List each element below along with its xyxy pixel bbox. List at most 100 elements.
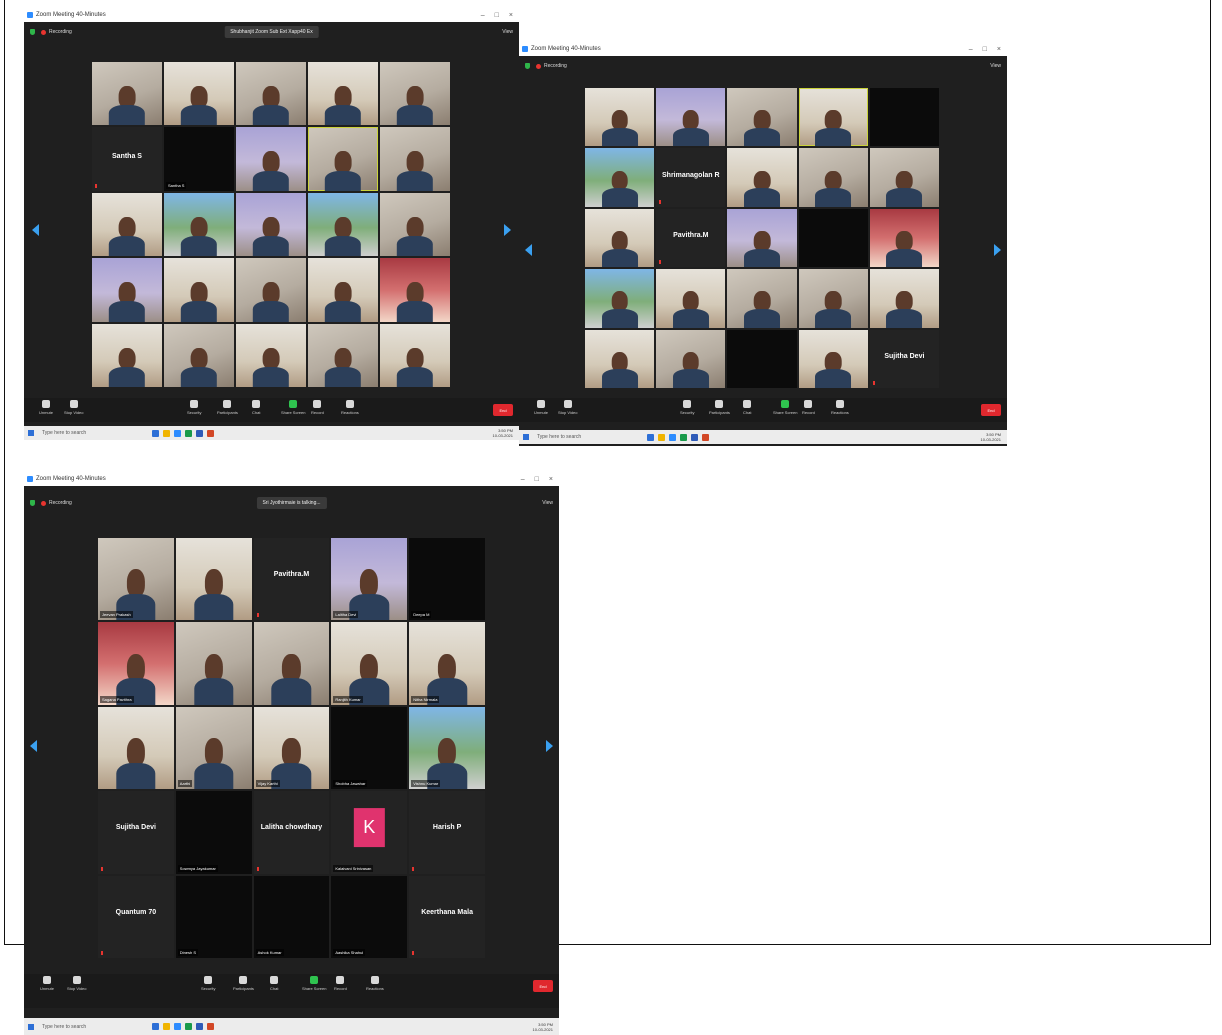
record-button[interactable]: Record xyxy=(311,400,324,415)
security-button[interactable]: Security xyxy=(187,400,201,415)
close-icon[interactable]: × xyxy=(997,46,1001,53)
participant-tile[interactable] xyxy=(236,258,306,322)
participant-tile[interactable]: Quantum 70 xyxy=(98,875,174,958)
zoom-icon[interactable] xyxy=(174,429,181,437)
end-meeting-button[interactable]: End xyxy=(533,980,553,992)
participant-tile[interactable] xyxy=(380,192,450,257)
chat-button[interactable]: Chat xyxy=(252,400,260,415)
maximize-icon[interactable]: □ xyxy=(495,12,499,19)
participant-tile[interactable] xyxy=(175,622,252,705)
participant-tile[interactable] xyxy=(727,88,797,147)
participant-tile[interactable] xyxy=(869,269,939,328)
participant-tile[interactable] xyxy=(727,269,797,328)
participant-tile[interactable] xyxy=(380,127,450,191)
participant-tile[interactable] xyxy=(727,148,797,207)
minimize-icon[interactable]: – xyxy=(969,46,973,53)
folder-icon[interactable] xyxy=(163,1023,170,1030)
participant-tile[interactable] xyxy=(308,127,378,191)
participant-tile[interactable]: Sowmya Jayakumar xyxy=(175,791,252,874)
windows-start-icon[interactable] xyxy=(28,1023,34,1030)
minimize-icon[interactable]: – xyxy=(521,476,525,483)
next-page-arrow-icon[interactable] xyxy=(546,740,553,752)
participants-button[interactable]: Participants xyxy=(709,400,730,415)
participants-button[interactable]: Participants xyxy=(233,976,254,991)
previous-page-arrow-icon[interactable] xyxy=(525,244,532,256)
shield-icon[interactable] xyxy=(30,500,35,506)
word-icon[interactable] xyxy=(691,433,698,441)
participant-tile[interactable] xyxy=(798,329,868,388)
participant-tile[interactable] xyxy=(585,329,655,388)
participant-tile[interactable]: Vijay Karthi xyxy=(253,706,330,790)
participant-tile[interactable] xyxy=(380,323,450,387)
folder-icon[interactable] xyxy=(658,433,665,441)
participant-tile[interactable] xyxy=(798,269,868,328)
shield-icon[interactable] xyxy=(525,63,530,69)
close-icon[interactable]: × xyxy=(509,12,513,19)
close-icon[interactable]: × xyxy=(549,476,553,483)
end-meeting-button[interactable]: End xyxy=(493,404,513,416)
windows-start-icon[interactable] xyxy=(28,430,34,436)
recording-indicator[interactable]: Recording xyxy=(41,500,72,506)
word-icon[interactable] xyxy=(196,1023,203,1030)
recording-indicator[interactable]: Recording xyxy=(41,29,72,35)
participant-tile[interactable] xyxy=(585,148,655,207)
participant-tile[interactable]: Pavithra.M xyxy=(253,538,330,621)
zoom-icon[interactable] xyxy=(669,433,676,441)
reactions-button[interactable]: Reactions xyxy=(366,976,384,991)
participant-tile[interactable] xyxy=(798,148,868,207)
participant-tile[interactable] xyxy=(92,323,162,387)
participant-tile[interactable] xyxy=(92,62,162,126)
participant-tile[interactable]: Sujitha Devi xyxy=(98,791,174,874)
participant-tile[interactable]: Aarthi xyxy=(175,706,252,790)
participant-tile[interactable]: Santha S xyxy=(164,127,234,191)
reactions-button[interactable]: Reactions xyxy=(831,400,849,415)
maximize-icon[interactable]: □ xyxy=(535,476,539,483)
word-icon[interactable] xyxy=(196,429,203,437)
participant-tile[interactable] xyxy=(656,269,726,328)
participant-tile[interactable] xyxy=(308,258,378,322)
view-button[interactable]: View xyxy=(990,63,1001,69)
unmute-button[interactable]: Unmute xyxy=(40,976,54,991)
taskbar-search[interactable]: Type here to search xyxy=(537,434,607,440)
participant-tile[interactable] xyxy=(92,258,162,322)
participant-tile[interactable]: Lalitha chowdhary xyxy=(253,791,330,874)
share-screen-button[interactable]: Share Screen xyxy=(302,976,326,991)
participant-tile[interactable] xyxy=(869,148,939,207)
participant-tile[interactable]: Vishnu Kumar xyxy=(409,706,485,790)
participant-tile[interactable] xyxy=(869,208,939,268)
participant-tile[interactable] xyxy=(727,208,797,268)
taskbar-search[interactable]: Type here to search xyxy=(42,1024,112,1030)
share-screen-button[interactable]: Share Screen xyxy=(773,400,797,415)
participant-tile[interactable] xyxy=(308,192,378,257)
participant-tile[interactable] xyxy=(656,88,726,147)
participant-tile[interactable] xyxy=(236,192,306,257)
participant-tile[interactable] xyxy=(798,208,868,268)
participant-tile[interactable] xyxy=(727,329,797,388)
zoom-icon[interactable] xyxy=(174,1023,181,1030)
participant-tile[interactable] xyxy=(585,88,655,147)
participant-tile[interactable] xyxy=(253,622,330,705)
security-button[interactable]: Security xyxy=(680,400,694,415)
app-icon[interactable] xyxy=(152,429,159,437)
security-button[interactable]: Security xyxy=(201,976,215,991)
participant-tile[interactable] xyxy=(308,62,378,126)
participants-button[interactable]: Participants xyxy=(217,400,238,415)
participant-tile[interactable] xyxy=(380,62,450,126)
participant-tile[interactable] xyxy=(585,208,655,268)
next-page-arrow-icon[interactable] xyxy=(994,244,1001,256)
previous-page-arrow-icon[interactable] xyxy=(30,740,37,752)
participant-tile[interactable] xyxy=(175,538,252,621)
participant-tile[interactable]: Santha S xyxy=(92,127,162,191)
stop-video-button[interactable]: Stop Video xyxy=(558,400,578,415)
app-icon[interactable] xyxy=(647,433,654,441)
participant-tile[interactable] xyxy=(164,258,234,322)
participant-tile[interactable]: Shobha Jawahar xyxy=(331,706,408,790)
participant-tile[interactable] xyxy=(798,88,868,147)
participant-tile[interactable] xyxy=(98,706,174,790)
recording-indicator[interactable]: Recording xyxy=(536,63,567,69)
unmute-button[interactable]: Unmute xyxy=(534,400,548,415)
share-screen-button[interactable]: Share Screen xyxy=(281,400,305,415)
participant-tile[interactable] xyxy=(236,62,306,126)
minimize-icon[interactable]: – xyxy=(481,12,485,19)
participant-tile[interactable] xyxy=(164,62,234,126)
